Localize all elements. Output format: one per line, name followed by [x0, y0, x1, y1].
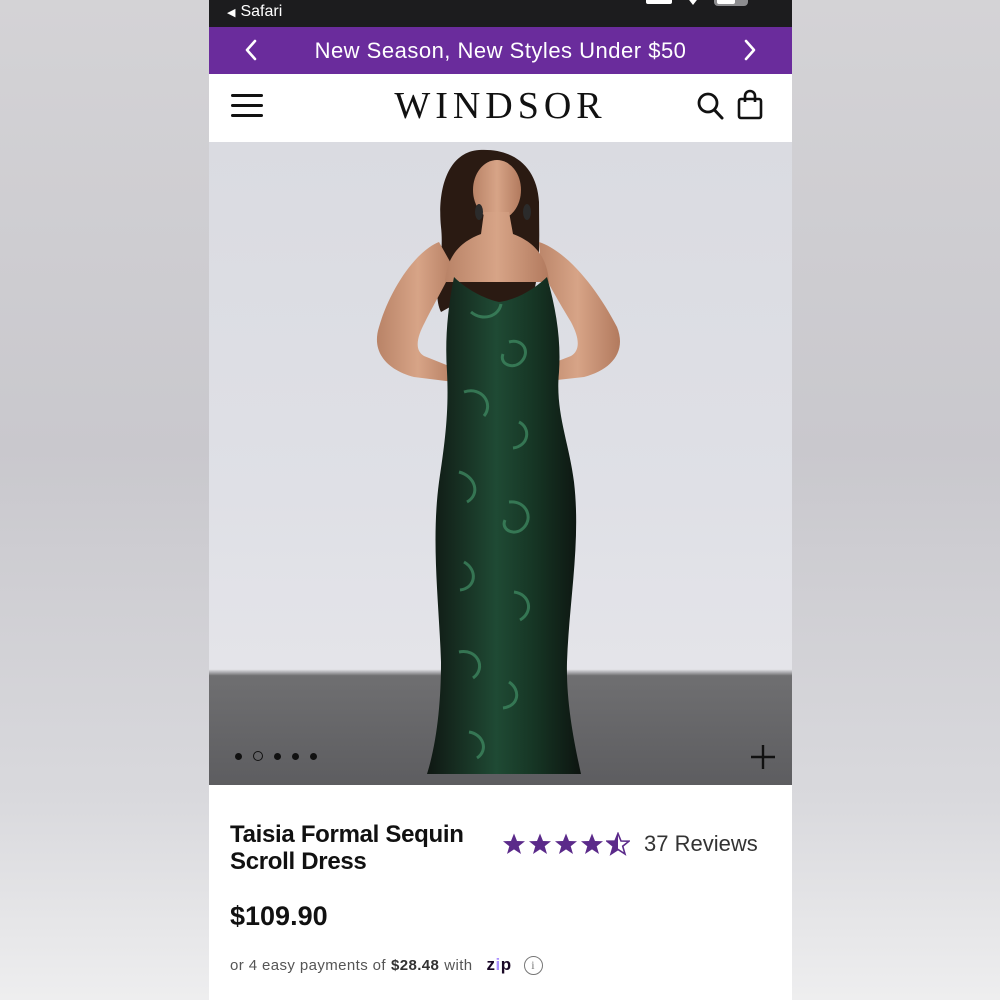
wifi-icon: [686, 0, 700, 5]
carousel-dot[interactable]: [235, 752, 242, 760]
promo-text[interactable]: New Season, New Styles Under $50: [209, 38, 792, 64]
battery-icon: [714, 0, 748, 6]
product-price: $109.90: [230, 901, 328, 931]
system-icons: [646, 0, 748, 6]
cellular-signal-icon: [646, 0, 672, 4]
phone-screen: ◀ Safari New Season, New Styles Under $5…: [209, 0, 792, 1000]
promo-banner: New Season, New Styles Under $50: [209, 27, 792, 74]
zip-logo[interactable]: zip: [487, 955, 512, 975]
plus-icon: [751, 745, 775, 769]
back-to-app-link[interactable]: ◀ Safari: [227, 3, 282, 21]
site-header: WINDSOR: [209, 74, 792, 143]
back-arrow-icon: ◀: [227, 6, 236, 19]
star-full-icon: [555, 833, 577, 854]
shopping-bag-icon: [737, 89, 763, 120]
installment-amount: $28.48: [390, 956, 440, 974]
carousel-dot[interactable]: [274, 752, 281, 760]
carousel-dot-active[interactable]: [253, 751, 263, 761]
rating-summary[interactable]: 37 Reviews: [502, 831, 758, 857]
product-info: Taisia Formal Sequin Scroll Dress 37 Rev…: [209, 785, 792, 1000]
product-photo: [376, 149, 621, 774]
back-app-label: Safari: [240, 3, 283, 20]
installment-prefix: or 4 easy payments of: [230, 956, 386, 974]
installment-with: with: [444, 956, 473, 974]
promo-next-button[interactable]: [738, 37, 762, 63]
shopping-bag-button[interactable]: [736, 89, 764, 121]
star-full-icon: [581, 833, 603, 854]
product-image-carousel[interactable]: [209, 142, 792, 785]
status-bar: ◀ Safari: [209, 0, 792, 27]
star-full-icon: [529, 833, 551, 854]
star-full-icon: [503, 833, 525, 854]
chevron-right-icon: [744, 39, 756, 61]
star-half-icon: [606, 832, 630, 856]
carousel-dot[interactable]: [310, 752, 317, 760]
zoom-button[interactable]: [749, 743, 777, 771]
carousel-dot[interactable]: [292, 752, 299, 760]
carousel-indicators: [235, 751, 317, 761]
product-title: Taisia Formal Sequin Scroll Dress: [230, 821, 464, 875]
info-icon[interactable]: i: [523, 955, 543, 975]
search-icon: [697, 92, 724, 120]
reviews-link[interactable]: 37 Reviews: [644, 831, 758, 857]
search-button[interactable]: [696, 90, 726, 122]
star-rating: [502, 832, 630, 856]
installment-offer: or 4 easy payments of $28.48 with zip i: [230, 955, 543, 975]
